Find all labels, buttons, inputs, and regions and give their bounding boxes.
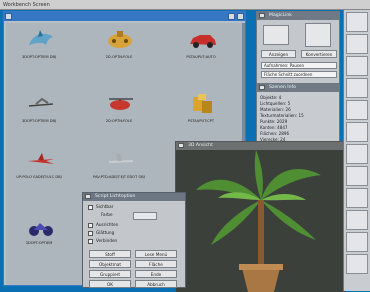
- object-label: 2D-OPTN:FOLE: [105, 55, 133, 59]
- close-icon[interactable]: [85, 194, 91, 199]
- info-line: Punkte: 2029: [260, 119, 288, 124]
- glaettung-label: Glättung: [96, 230, 115, 235]
- script-lichtoption-dialog[interactable]: Script Lichtoption Sichtbar Farbe Ausric…: [82, 192, 186, 288]
- object-icon-6[interactable]: PSTAUPUT:CPT: [172, 91, 230, 133]
- sichtbar-label: Sichtbar: [96, 204, 114, 209]
- object-icon-5[interactable]: 2D:OPTN:FOLE: [90, 91, 148, 133]
- object-icon-1[interactable]: 3DOPT:OPTIEM DBJ: [10, 27, 68, 69]
- magiclink-title: MagicLink: [269, 13, 292, 18]
- gold-blocks-object-icon: [193, 94, 212, 113]
- magiclink-field-2[interactable]: Fläche Schnitt zuordnen: [261, 71, 337, 78]
- object-icon-4[interactable]: 3DOPT:OPTIEM DBJ: [10, 91, 68, 133]
- object-label: PSTAUPUT:AUTO: [186, 55, 216, 59]
- zoom-icon[interactable]: [228, 13, 235, 20]
- object-label: 3DOPT:OPTIEM DBJ: [21, 119, 57, 123]
- ausrichten-checkbox[interactable]: [88, 223, 93, 228]
- farbe-label: Farbe: [101, 212, 113, 217]
- toolbar-button-6[interactable]: [346, 122, 368, 142]
- 3d-view-window[interactable]: 3D Ansicht: [175, 141, 346, 292]
- 3d-view-title-bar[interactable]: 3D Ansicht: [176, 142, 344, 150]
- ausrichten-label: Ausrichten: [96, 222, 119, 227]
- workbench-window-title-bar[interactable]: [4, 12, 245, 21]
- glaettung-checkbox[interactable]: [88, 231, 93, 236]
- helicopter-object-icon: [109, 98, 133, 110]
- object-icon-9[interactable]: 3DOPT:OPTIEM: [10, 213, 68, 255]
- screen-title: Workbench Screen: [3, 2, 50, 8]
- toolbar-button-11[interactable]: [346, 232, 368, 252]
- farbe-swatch[interactable]: [133, 212, 157, 220]
- object-icon-8[interactable]: PAV:PTD:ADEJT:EJT EDOT OBJ: [90, 147, 148, 189]
- screen-title-bar: Workbench Screen: [0, 0, 370, 10]
- script-title-bar[interactable]: Script Lichtoption: [83, 193, 185, 201]
- object-label: 3DOPT:OPTIEM: [25, 241, 53, 245]
- flaeche-button[interactable]: Fläche: [135, 260, 177, 268]
- anzeigen-button[interactable]: Anzeigen: [261, 50, 296, 58]
- stoff-button[interactable]: Stoff: [89, 250, 131, 258]
- object-label: 2D:OPTN:FOLE: [105, 119, 133, 123]
- motorbike-object-icon: [29, 223, 53, 236]
- konvertieren-button[interactable]: Konvertieren: [301, 50, 337, 58]
- toolbar-button-4[interactable]: [346, 78, 368, 98]
- szenen-info-title-bar[interactable]: Szenen Info: [257, 84, 339, 92]
- toolbar-button-10[interactable]: [346, 210, 368, 230]
- verbinden-label: Verbinden: [96, 238, 118, 243]
- skier-object-icon: [28, 97, 54, 107]
- toolbar-button-8[interactable]: [346, 166, 368, 186]
- close-icon[interactable]: [259, 13, 265, 18]
- red-plane-object-icon: [28, 153, 54, 164]
- 3d-view-title: 3D Ansicht: [188, 143, 213, 148]
- magiclink-field-1[interactable]: Aufnahmen: Pausen: [261, 62, 337, 69]
- toolbar-button-1[interactable]: [346, 12, 368, 32]
- depth-icon[interactable]: [237, 13, 244, 20]
- ende-button[interactable]: Ende: [135, 270, 177, 278]
- toolbar-button-9[interactable]: [346, 188, 368, 208]
- toolbar-button-5[interactable]: [346, 100, 368, 120]
- submarine-object-icon: [108, 31, 132, 48]
- script-title: Script Lichtoption: [95, 194, 136, 199]
- close-icon[interactable]: [5, 13, 12, 20]
- object-label: PSTAUPUT:CPT: [187, 119, 215, 123]
- system-toolbar: [343, 10, 370, 291]
- recycle-icon[interactable]: [305, 23, 331, 47]
- sichtbar-checkbox[interactable]: [88, 205, 93, 210]
- magiclink-title-bar[interactable]: MagicLink: [257, 12, 339, 20]
- abbruch-button[interactable]: Abbruch: [135, 280, 177, 288]
- red-car-object-icon: [190, 35, 216, 48]
- ok-button[interactable]: OK: [89, 280, 131, 288]
- close-icon[interactable]: [259, 85, 265, 90]
- info-line: Texturmaterialien: 15: [260, 113, 304, 118]
- small-plane-object-icon: [109, 154, 133, 163]
- object-icon-3[interactable]: PSTAUPUT:AUTO: [172, 27, 230, 69]
- toolbar-button-12[interactable]: [346, 254, 368, 274]
- verbinden-checkbox[interactable]: [88, 239, 93, 244]
- palm-tree-render: [176, 150, 346, 292]
- info-line: Objekte: 4: [260, 95, 282, 100]
- lese-menue-button[interactable]: Lese Menü: [135, 250, 177, 258]
- object-label: UP:POLO EADEJT:ULC DBJ: [16, 175, 62, 179]
- toolbar-button-2[interactable]: [346, 34, 368, 54]
- dolphin-object-icon: [29, 30, 53, 45]
- object-icon-7[interactable]: UP:POLO EADEJT:ULC DBJ: [10, 147, 68, 189]
- info-line: Kanten: 4847: [260, 125, 288, 130]
- toolbar-button-7[interactable]: [346, 144, 368, 164]
- object-icon-2[interactable]: 2D-OPTN:FOLE: [90, 27, 148, 69]
- info-line: Lichtquellen: 5: [260, 101, 291, 106]
- monitor-icon[interactable]: [263, 25, 289, 45]
- gruppiert-button[interactable]: Gruppiert: [89, 270, 131, 278]
- close-icon[interactable]: [178, 143, 184, 148]
- info-line: Materialien: 26: [260, 107, 291, 112]
- info-line: Flächen: 2896: [260, 131, 290, 136]
- objektmat-button[interactable]: Objektmat: [89, 260, 131, 268]
- szenen-info-title: Szenen Info: [269, 85, 296, 90]
- object-label: 3DOPT:OPTIEM DBJ: [21, 55, 57, 59]
- object-label: PAV:PTD:ADEJT:EJT EDOT OBJ: [93, 175, 145, 179]
- toolbar-button-3[interactable]: [346, 56, 368, 76]
